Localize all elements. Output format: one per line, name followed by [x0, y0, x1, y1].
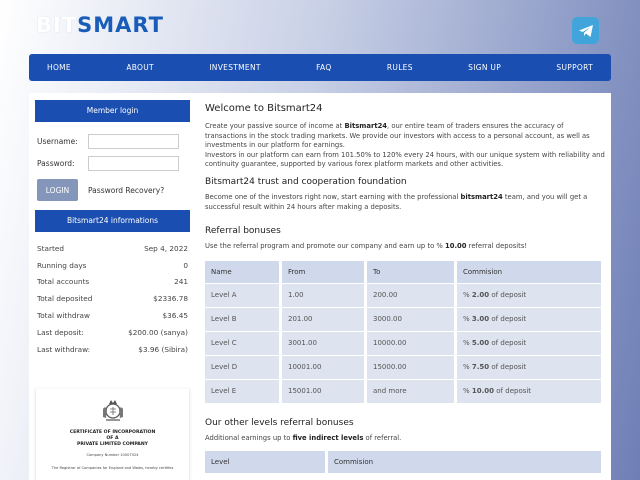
incorporation-certificate[interactable]: CERTIFICATE OF INCORPORATION OF A PRIVAT…	[35, 389, 190, 480]
nav-faq[interactable]: FAQ	[316, 63, 331, 72]
nav-about[interactable]: ABOUT	[126, 63, 154, 72]
nav-sign-up[interactable]: SIGN UP	[468, 63, 501, 72]
login-form: Username: Password: LOGIN Password Recov…	[35, 122, 190, 201]
informations-header: Bitsmart24 informations	[35, 210, 190, 232]
trust-title: Bitsmart24 trust and cooperation foundat…	[205, 176, 407, 187]
referral-paragraph: Use the referral program and promote our…	[205, 242, 528, 251]
member-login-header: Member login	[35, 100, 190, 122]
welcome-title: Welcome to Bitsmart24	[205, 103, 323, 114]
table-row: Level E 15001.00 and more % 10.00 of dep…	[205, 379, 601, 403]
cert-footer: The Registrar of Companies for England a…	[51, 466, 174, 470]
nav-home[interactable]: HOME	[47, 63, 71, 72]
intro-paragraph-2: Investors in our platform can earn from …	[205, 150, 605, 169]
telegram-icon[interactable]	[572, 17, 599, 44]
stat-row: Total accounts 241	[37, 277, 188, 287]
table-row: Level B 201.00 3000.00 % 3.00 of deposit	[205, 307, 601, 331]
other-levels-paragraph: Additional earnings up to five indirect …	[205, 433, 402, 442]
other-levels-table: Level Commision	[205, 451, 601, 474]
stat-row: Total withdraw $36.45	[37, 311, 188, 321]
password-label: Password:	[37, 158, 75, 168]
cert-title-3: PRIVATE LIMITED COMPANY	[76, 442, 149, 447]
table-header-row: Level Commision	[205, 451, 601, 474]
content-panel: Member login Username: Password: LOGIN P…	[29, 93, 611, 480]
stat-row: Last deposit: $200.00 (sanya)	[37, 327, 188, 337]
stat-row: Started Sep 4, 2022	[37, 243, 188, 253]
referral-table: Name From To Commision Level A 1.00 200.…	[205, 260, 601, 404]
referral-title: Referral bonuses	[205, 226, 281, 237]
trust-paragraph: Become one of the investors right now, s…	[205, 192, 588, 211]
other-levels-title: Our other levels referral bonuses	[205, 417, 354, 428]
table-row: Level A 1.00 200.00 % 2.00 of deposit	[205, 283, 601, 307]
cert-company-number: Company Number 10007524	[86, 453, 139, 457]
nav-support[interactable]: SUPPORT	[556, 63, 593, 72]
table-row: Level D 10001.00 15000.00 % 7.50 of depo…	[205, 355, 601, 379]
table-row: Level C 3001.00 10000.00 % 5.00 of depos…	[205, 331, 601, 355]
stat-row: Running days 0	[37, 260, 188, 270]
password-recovery-link[interactable]: Password Recovery?	[88, 186, 164, 195]
table-header-row: Name From To Commision	[205, 260, 601, 283]
intro-paragraph-1: Create your passive source of income at …	[205, 122, 590, 150]
login-button[interactable]: LOGIN	[37, 179, 78, 201]
main-article: Welcome to Bitsmart24 Create your passiv…	[205, 103, 605, 474]
royal-crest-icon	[102, 400, 123, 421]
sidebar: Member login Username: Password: LOGIN P…	[35, 100, 190, 358]
password-input[interactable]	[88, 155, 179, 171]
username-input[interactable]	[88, 133, 179, 149]
main-nav: HOME ABOUT INVESTMENT FAQ RULES SIGN UP …	[29, 54, 611, 81]
stat-row: Last withdraw: $3.96 (Sibira)	[37, 344, 188, 354]
nav-rules[interactable]: RULES	[387, 63, 413, 72]
site-logo[interactable]: BITSMART	[36, 13, 164, 37]
nav-investment[interactable]: INVESTMENT	[209, 63, 260, 72]
stats-list: Started Sep 4, 2022 Running days 0 Total a…	[35, 232, 190, 358]
stat-row: Total deposited $2336.78	[37, 294, 188, 304]
username-label: Username:	[37, 136, 78, 146]
